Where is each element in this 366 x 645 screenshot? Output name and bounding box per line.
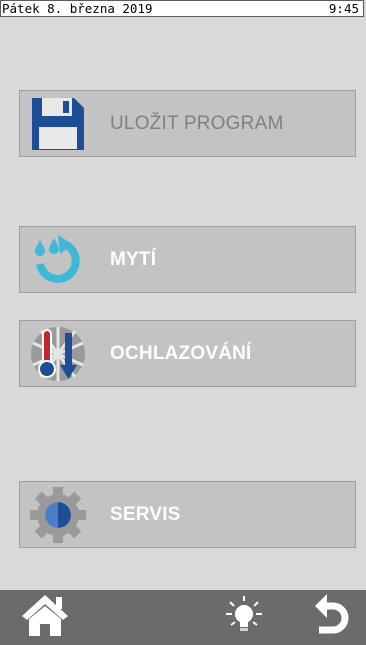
service-label: SERVIS bbox=[110, 503, 181, 525]
floppy-disk-icon bbox=[26, 92, 90, 156]
status-date: Pátek 8. března 2019 bbox=[2, 1, 153, 16]
wash-label: MYTÍ bbox=[110, 248, 157, 270]
save-program-button[interactable]: ULOŽIT PROGRAM bbox=[19, 90, 356, 157]
service-button[interactable]: SERVIS bbox=[19, 481, 356, 548]
main-screen: Pátek 8. března 2019 9:45 ULOŽIT PROGRAM… bbox=[0, 0, 366, 645]
wash-button[interactable]: MYTÍ bbox=[19, 226, 356, 293]
bottom-bar bbox=[0, 590, 366, 645]
light-button[interactable] bbox=[212, 590, 276, 645]
light-bulb-icon bbox=[226, 595, 262, 640]
wash-cycle-icon bbox=[26, 228, 90, 292]
back-arrow-icon bbox=[313, 592, 349, 643]
status-bar: Pátek 8. března 2019 9:45 bbox=[0, 0, 364, 17]
cooling-button[interactable]: OCHLAZOVÁNÍ bbox=[19, 320, 356, 387]
back-button[interactable] bbox=[296, 590, 366, 645]
cooling-thermometer-icon bbox=[26, 322, 90, 386]
gear-icon bbox=[26, 483, 90, 547]
save-program-label: ULOŽIT PROGRAM bbox=[110, 112, 284, 134]
home-button[interactable] bbox=[0, 590, 90, 645]
status-time: 9:45 bbox=[328, 1, 359, 16]
cooling-label: OCHLAZOVÁNÍ bbox=[110, 342, 252, 364]
home-icon bbox=[20, 592, 70, 643]
